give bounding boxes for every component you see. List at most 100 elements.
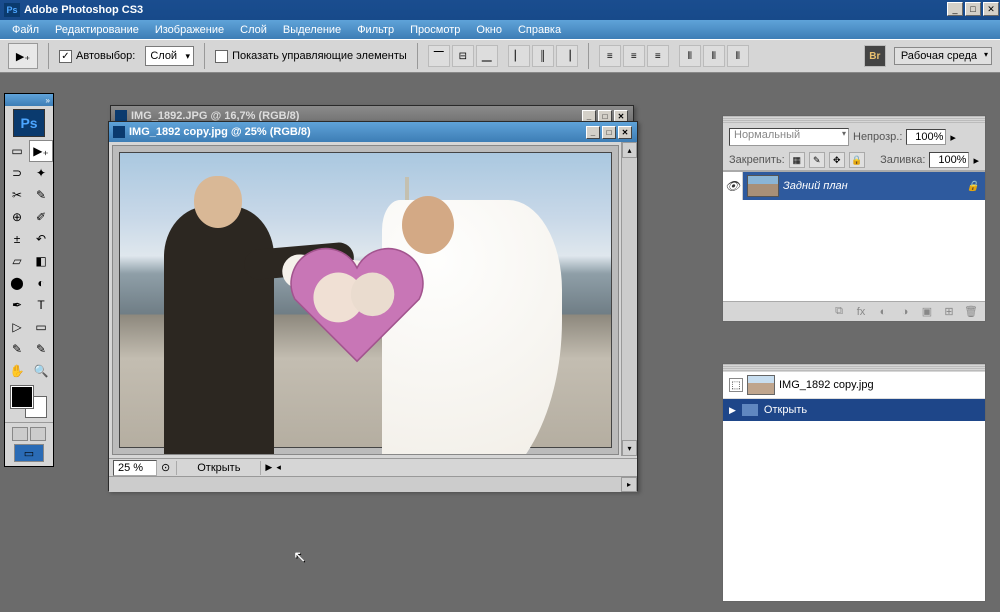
lock-all-icon[interactable]: 🔒 xyxy=(849,152,865,168)
quickmask-mode-icon[interactable] xyxy=(30,427,46,441)
front-doc-minimize[interactable]: _ xyxy=(586,126,600,139)
distribute-bottom-icon[interactable]: ≡ xyxy=(647,45,669,67)
status-info-icon[interactable]: ⊙ xyxy=(161,461,170,474)
hand-tool[interactable]: ✋ xyxy=(5,360,29,382)
align-bottom-icon[interactable]: ⎽ xyxy=(476,45,498,67)
layer-list[interactable]: 👁 Задний план 🔒 xyxy=(723,171,985,301)
opacity-slider-icon[interactable]: ▸ xyxy=(950,131,956,144)
notes-tool[interactable]: ✎ xyxy=(5,338,29,360)
visibility-icon[interactable]: 👁 xyxy=(723,172,743,200)
panel-grip[interactable] xyxy=(723,364,985,372)
color-swatches[interactable] xyxy=(5,382,53,422)
auto-select-checkbox[interactable]: ✓ xyxy=(59,50,72,63)
new-group-icon[interactable]: ▣ xyxy=(919,305,935,319)
history-source-row[interactable]: ⬚ IMG_1892 copy.jpg xyxy=(723,372,985,399)
horizontal-scrollbar[interactable]: ▸ xyxy=(109,476,637,492)
heal-tool[interactable]: ⊕ xyxy=(5,206,29,228)
toolbox-collapse-icon[interactable]: » xyxy=(46,96,50,105)
stamp-tool[interactable]: ± xyxy=(5,228,29,250)
blend-mode-dropdown[interactable]: Нормальный xyxy=(729,128,849,146)
quick-select-tool[interactable]: ✦ xyxy=(29,162,53,184)
dodge-tool[interactable]: ◐ xyxy=(29,272,53,294)
opacity-field[interactable]: 100% xyxy=(906,129,946,145)
align-vcenter-icon[interactable]: ⊟ xyxy=(452,45,474,67)
lock-image-icon[interactable]: ✎ xyxy=(809,152,825,168)
lock-position-icon[interactable]: ✥ xyxy=(829,152,845,168)
lock-label: Закрепить: xyxy=(729,154,785,166)
source-checkbox[interactable]: ⬚ xyxy=(729,378,743,392)
front-doc-maximize[interactable]: □ xyxy=(602,126,616,139)
front-doc-close[interactable]: ✕ xyxy=(618,126,632,139)
new-layer-icon[interactable]: ⊞ xyxy=(941,305,957,319)
blur-tool[interactable]: ⬤ xyxy=(5,272,29,294)
status-arrow-icon[interactable]: ◂ xyxy=(276,462,281,473)
menu-image[interactable]: Изображение xyxy=(147,22,232,38)
path-select-tool[interactable]: ▷ xyxy=(5,316,29,338)
show-controls-checkbox[interactable] xyxy=(215,50,228,63)
align-hcenter-icon[interactable]: ║ xyxy=(532,45,554,67)
crop-tool[interactable]: ✂ xyxy=(5,184,29,206)
menu-filter[interactable]: Фильтр xyxy=(349,22,402,38)
lock-transparent-icon[interactable]: ▦ xyxy=(789,152,805,168)
menu-file[interactable]: Файл xyxy=(4,22,47,38)
menu-window[interactable]: Окно xyxy=(468,22,510,38)
fill-field[interactable]: 100% xyxy=(929,152,969,168)
menu-view[interactable]: Просмотр xyxy=(402,22,468,38)
bridge-icon[interactable]: Br xyxy=(864,45,886,67)
distribute-right-icon[interactable]: ⦀ xyxy=(727,45,749,67)
adjustment-layer-icon[interactable]: ◑ xyxy=(897,305,913,319)
align-right-icon[interactable]: ▕ xyxy=(556,45,578,67)
link-layers-icon[interactable]: ⧉ xyxy=(831,305,847,319)
distribute-top-icon[interactable]: ≡ xyxy=(599,45,621,67)
scroll-right-icon[interactable]: ▸ xyxy=(621,477,637,492)
brush-tool[interactable]: ✐ xyxy=(29,206,53,228)
close-button[interactable]: ✕ xyxy=(983,2,999,16)
distribute-vcenter-icon[interactable]: ≡ xyxy=(623,45,645,67)
align-left-icon[interactable]: ▏ xyxy=(508,45,530,67)
auto-select-dropdown[interactable]: Слой xyxy=(145,46,194,66)
move-tool[interactable]: ▶₊ xyxy=(29,140,53,162)
shape-tool[interactable]: ▭ xyxy=(29,316,53,338)
marquee-tool[interactable]: ▭ xyxy=(5,140,29,162)
fill-slider-icon[interactable]: ▸ xyxy=(973,154,979,167)
status-play-icon[interactable]: ▶ xyxy=(265,462,272,473)
align-top-icon[interactable]: ⎺ xyxy=(428,45,450,67)
menu-select[interactable]: Выделение xyxy=(275,22,349,38)
history-step-row[interactable]: ▶ Открыть xyxy=(723,399,985,421)
layer-row[interactable]: 👁 Задний план 🔒 xyxy=(723,172,985,200)
vertical-scrollbar[interactable]: ▴ ▾ xyxy=(621,142,637,456)
workspace-dropdown[interactable]: Рабочая среда xyxy=(894,47,992,65)
panel-grip[interactable] xyxy=(723,116,985,124)
layer-thumbnail[interactable] xyxy=(747,175,779,197)
zoom-tool[interactable]: 🔍 xyxy=(29,360,53,382)
maximize-button[interactable]: □ xyxy=(965,2,981,16)
menu-edit[interactable]: Редактирование xyxy=(47,22,147,38)
gradient-tool[interactable]: ◧ xyxy=(29,250,53,272)
delete-layer-icon[interactable]: 🗑 xyxy=(963,305,979,319)
minimize-button[interactable]: _ xyxy=(947,2,963,16)
current-tool-indicator[interactable]: ▶₊ xyxy=(8,43,38,69)
distribute-hcenter-icon[interactable]: ⦀ xyxy=(703,45,725,67)
layer-mask-icon[interactable]: ◐ xyxy=(875,305,891,319)
history-brush-tool[interactable]: ↶ xyxy=(29,228,53,250)
menu-layer[interactable]: Слой xyxy=(232,22,275,38)
layer-style-icon[interactable]: fx xyxy=(853,305,869,319)
status-text[interactable]: Открыть xyxy=(176,461,261,475)
history-marker-icon[interactable]: ▶ xyxy=(729,405,736,416)
lasso-tool[interactable]: ⊃ xyxy=(5,162,29,184)
screen-mode-icon[interactable]: ▭ xyxy=(14,444,44,462)
scroll-down-icon[interactable]: ▾ xyxy=(622,440,637,456)
distribute-left-icon[interactable]: ⦀ xyxy=(679,45,701,67)
eraser-tool[interactable]: ▱ xyxy=(5,250,29,272)
slice-tool[interactable]: ✎ xyxy=(29,184,53,206)
standard-mode-icon[interactable] xyxy=(12,427,28,441)
pen-tool[interactable]: ✒ xyxy=(5,294,29,316)
type-tool[interactable]: T xyxy=(29,294,53,316)
foreground-color[interactable] xyxy=(11,386,33,408)
layer-name[interactable]: Задний план xyxy=(783,180,848,192)
canvas[interactable] xyxy=(112,145,619,455)
zoom-field[interactable]: 25 % xyxy=(113,460,157,476)
scroll-up-icon[interactable]: ▴ xyxy=(622,142,637,158)
eyedropper-tool[interactable]: ✎ xyxy=(29,338,53,360)
menu-help[interactable]: Справка xyxy=(510,22,569,38)
